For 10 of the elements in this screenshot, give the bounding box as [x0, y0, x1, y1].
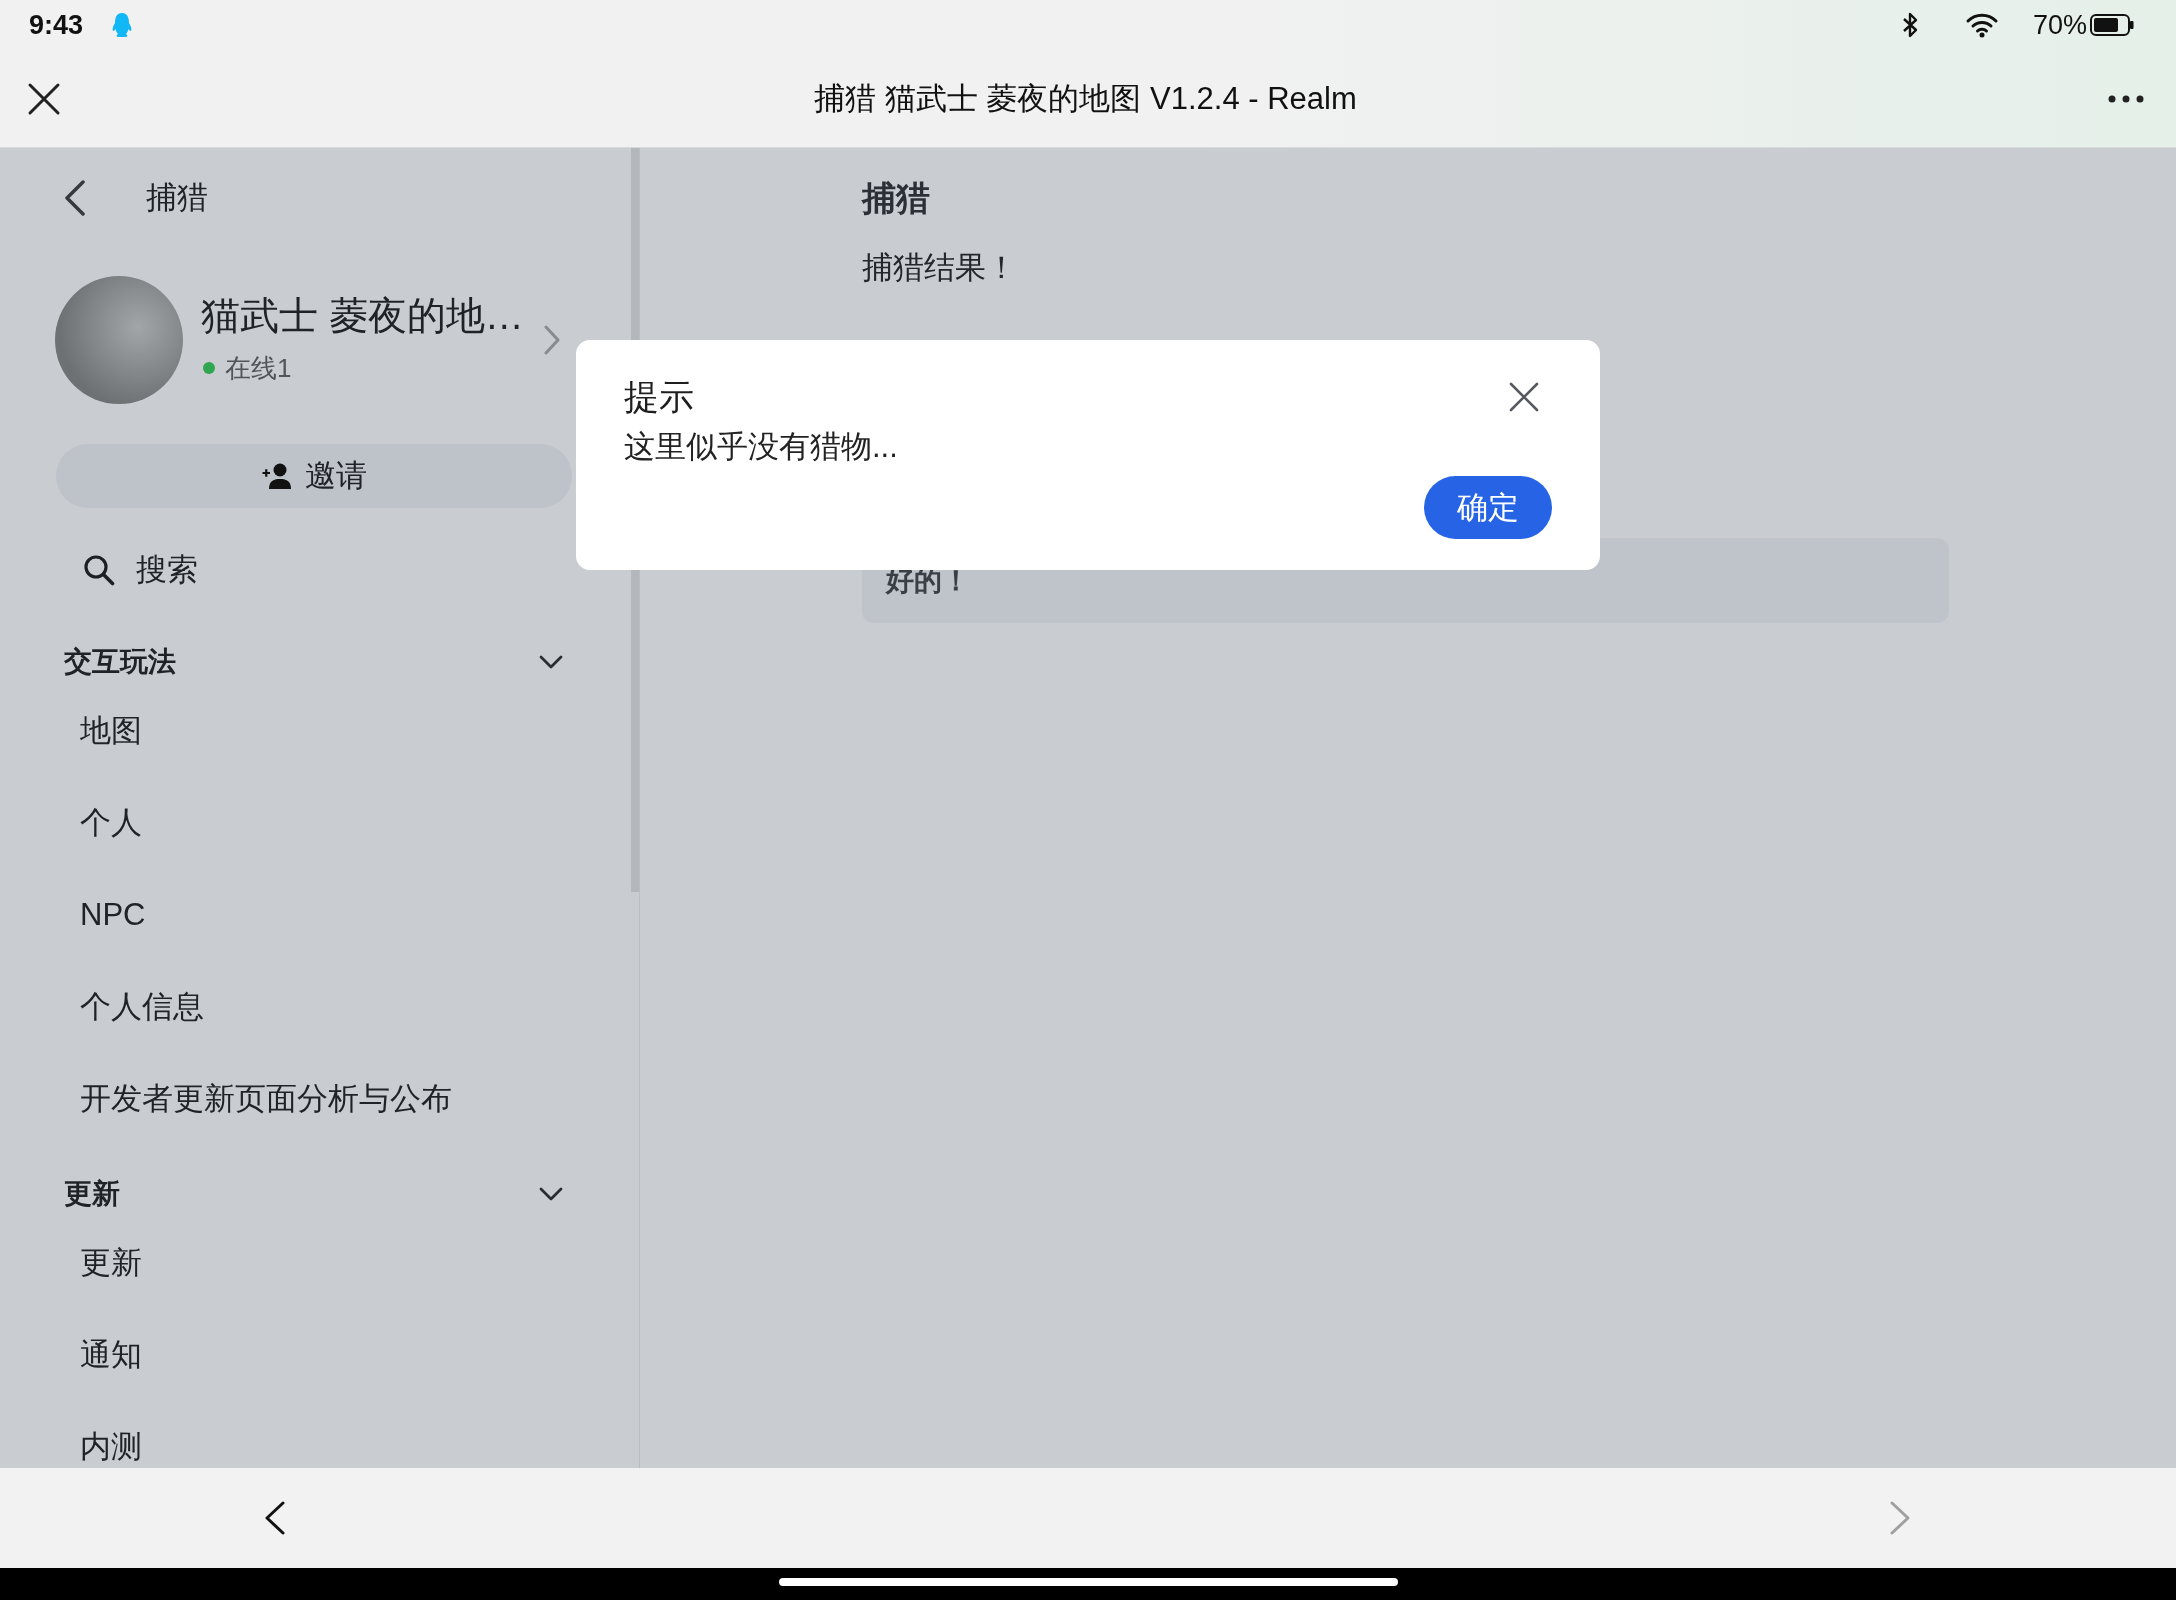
sidebar-title: 捕猎	[146, 179, 208, 217]
online-count: 在线1	[225, 352, 292, 385]
dialog-title: 提示	[624, 376, 694, 418]
dialog-message: 这里似乎没有猎物...	[624, 428, 898, 466]
page-heading: 捕猎	[862, 178, 930, 219]
page-text: 捕猎结果！	[862, 249, 1017, 287]
battery-percentage: 70%	[2032, 9, 2087, 41]
realm-name: 猫武士 菱夜的地…	[201, 293, 524, 339]
status-time: 9:43	[29, 9, 84, 41]
window-title: 捕猎 猫武士 菱夜的地图 V1.2.4 - Realm	[814, 79, 1357, 118]
